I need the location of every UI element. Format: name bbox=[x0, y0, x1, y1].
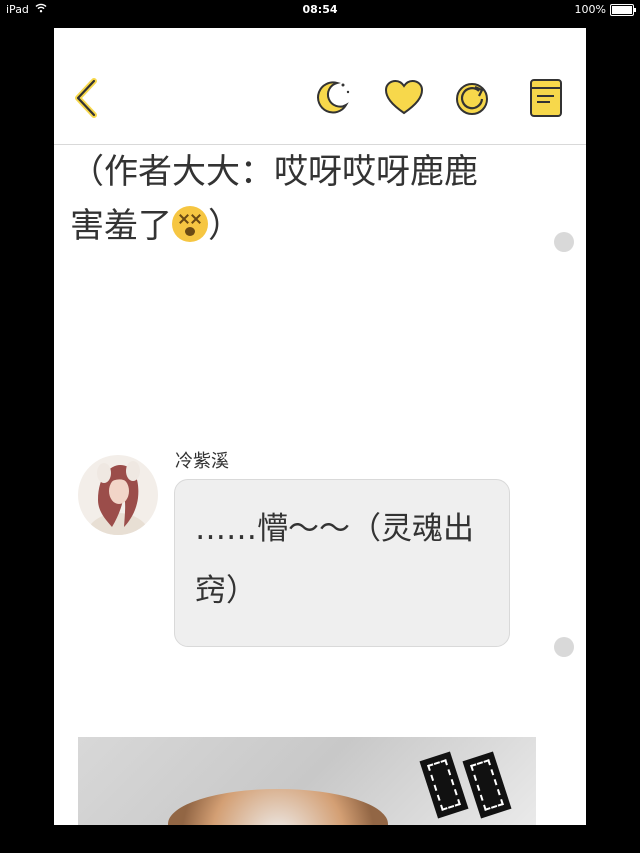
reader-content: （作者大大：哎呀哎呀鹿鹿害羞了） 冷紫溪 ……懵～～（灵魂出窍） bbox=[54, 145, 586, 825]
contents-button[interactable] bbox=[524, 78, 568, 122]
favorite-button[interactable] bbox=[382, 78, 426, 122]
message-username: 冷紫溪 bbox=[175, 451, 229, 472]
scroll-marker[interactable] bbox=[554, 232, 574, 252]
status-right: 100% bbox=[574, 3, 636, 16]
book-stamp-icon bbox=[462, 751, 512, 819]
chevron-left-icon bbox=[71, 78, 101, 122]
scroll-marker[interactable] bbox=[554, 637, 574, 657]
moon-icon bbox=[310, 77, 352, 123]
story-narration: （作者大大：哎呀哎呀鹿鹿害羞了） bbox=[70, 145, 510, 253]
night-mode-button[interactable] bbox=[309, 78, 353, 122]
clock: 08:54 bbox=[302, 3, 338, 16]
back-button[interactable] bbox=[64, 78, 108, 122]
reader-page: （作者大大：哎呀哎呀鹿鹿害羞了） 冷紫溪 ……懵～～（灵魂出窍） bbox=[54, 28, 586, 825]
heart-icon bbox=[383, 79, 425, 121]
cat-image-part bbox=[168, 789, 388, 825]
refresh-button[interactable] bbox=[450, 78, 494, 122]
book-stamp-icon bbox=[419, 751, 469, 819]
dizzy-face-emoji-icon bbox=[172, 206, 208, 242]
message-bubble: ……懵～～（灵魂出窍） bbox=[174, 479, 510, 647]
avatar[interactable] bbox=[78, 455, 158, 535]
battery-percent: 100% bbox=[574, 3, 606, 16]
reader-toolbar bbox=[54, 28, 586, 145]
status-bar: iPad 08:54 100% bbox=[0, 0, 640, 20]
story-image bbox=[78, 737, 536, 825]
refresh-icon bbox=[451, 77, 493, 123]
narration-text: （作者大大：哎呀哎呀鹿鹿害羞了 bbox=[70, 152, 478, 246]
book-icon bbox=[528, 77, 564, 123]
message-text: ……懵～～（灵魂出窍） bbox=[195, 511, 474, 609]
battery-icon bbox=[610, 3, 636, 16]
narration-end: ） bbox=[208, 206, 242, 246]
